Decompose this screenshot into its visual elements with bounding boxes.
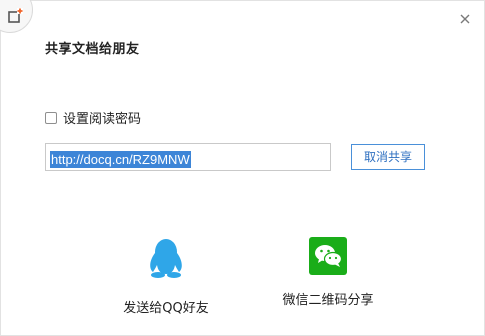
- password-label: 设置阅读密码: [63, 112, 142, 127]
- share-link-field[interactable]: http://docq.cn/RZ9MNW: [45, 143, 331, 171]
- close-icon: [460, 14, 470, 24]
- qq-share-label: 发送给QQ好友: [123, 301, 209, 316]
- password-option[interactable]: 设置阅读密码: [45, 108, 141, 127]
- share-link-text[interactable]: http://docq.cn/RZ9MNW: [50, 151, 191, 168]
- wechat-share-label: 微信二维码分享: [282, 293, 374, 308]
- cancel-share-button[interactable]: 取消共享: [351, 144, 425, 170]
- app-badge: [0, 0, 33, 33]
- qq-penguin-icon: [150, 239, 182, 278]
- wechat-icon: [309, 237, 347, 275]
- share-to-qq-button[interactable]: 发送给QQ好友: [116, 237, 216, 316]
- share-document-dialog: 共享文档给朋友 设置阅读密码 http://docq.cn/RZ9MNW 取消共…: [0, 0, 485, 336]
- password-checkbox[interactable]: [45, 111, 57, 124]
- close-button[interactable]: [456, 10, 474, 28]
- app-share-icon: [8, 8, 23, 23]
- share-to-wechat-button[interactable]: 微信二维码分享: [276, 237, 380, 308]
- dialog-title: 共享文档给朋友: [45, 42, 140, 57]
